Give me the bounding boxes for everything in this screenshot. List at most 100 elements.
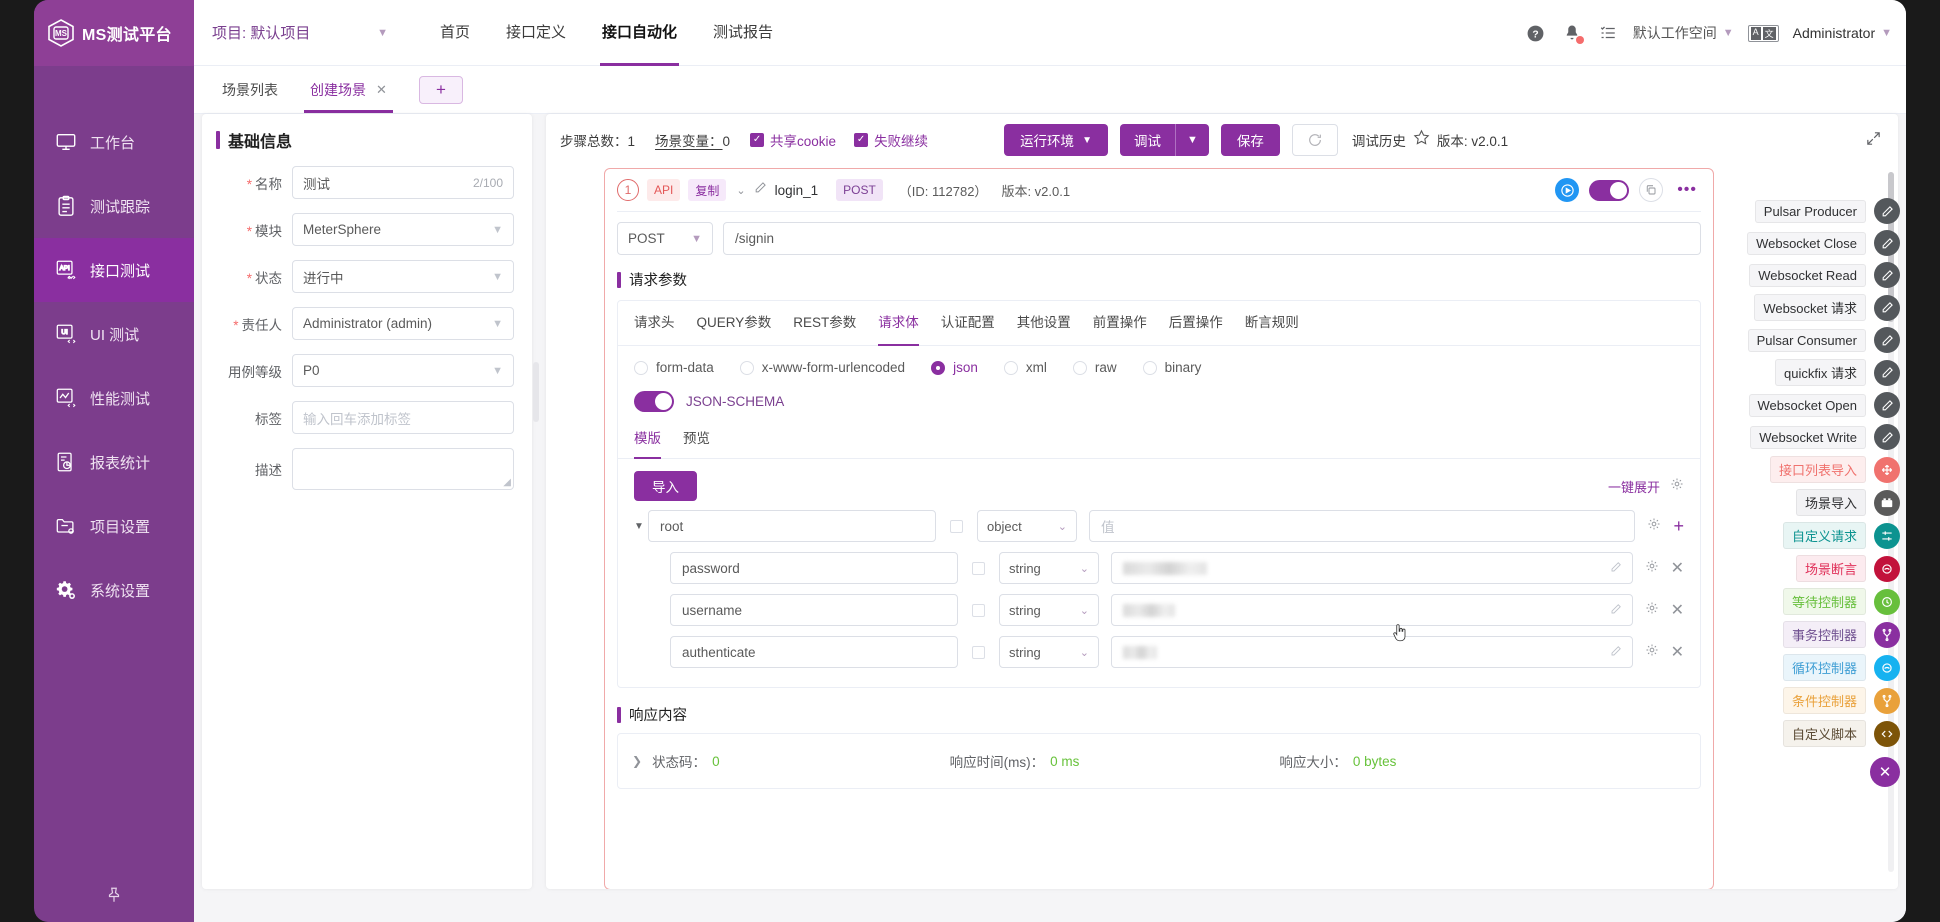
resize-grip-icon[interactable]: ◢ <box>503 477 511 488</box>
tab-request-headers[interactable]: 请求头 <box>634 301 675 345</box>
schema-type-select[interactable]: string ⌄ <box>999 636 1099 668</box>
tab-query-params[interactable]: QUERY参数 <box>697 301 772 345</box>
fab-wait-controller[interactable]: 等待控制器 <box>1782 588 1900 615</box>
schema-type-select[interactable]: string ⌄ <box>999 552 1099 584</box>
fab-websocket-read[interactable]: Websocket Read <box>1749 262 1900 288</box>
tab-request-body[interactable]: 请求体 <box>878 301 919 346</box>
help-circle-icon[interactable]: ? <box>1525 22 1547 44</box>
debug-dropdown-button[interactable]: ▼ <box>1175 124 1209 156</box>
sidebar-item-project-settings[interactable]: 项目设置 <box>34 494 194 558</box>
pencil-icon[interactable] <box>754 181 767 199</box>
fab-scene-assertion[interactable]: 场景断言 <box>1795 555 1900 582</box>
fab-quickfix-request[interactable]: quickfix 请求 <box>1775 359 1900 386</box>
topnav-item-api-definition[interactable]: 接口定义 <box>488 0 584 66</box>
radio-json[interactable]: json <box>931 360 978 375</box>
status-select[interactable]: 进行中 ▼ <box>292 260 514 293</box>
tab-rest-params[interactable]: REST参数 <box>793 301 856 345</box>
copy-badge[interactable]: 复制 <box>688 179 727 201</box>
schema-required-checkbox[interactable] <box>972 645 985 659</box>
gear-icon[interactable] <box>1645 559 1659 578</box>
copy-icon[interactable] <box>1639 178 1664 202</box>
schema-value-input[interactable] <box>1111 594 1633 626</box>
close-icon[interactable]: ✕ <box>1870 757 1900 787</box>
add-field-icon[interactable]: + <box>1673 516 1684 537</box>
remove-field-icon[interactable]: ✕ <box>1671 642 1684 662</box>
language-switcher[interactable]: A 文 <box>1747 24 1779 42</box>
import-button[interactable]: 导入 <box>634 471 697 501</box>
schema-value-input[interactable] <box>1111 636 1633 668</box>
schema-type-select[interactable]: object ⌄ <box>977 510 1077 542</box>
sidebar-item-ui-test[interactable]: UI UI 测试 <box>34 302 194 366</box>
sidebar-item-api-test[interactable]: API 接口测试 <box>34 238 194 302</box>
tab-assertion-rules[interactable]: 断言规则 <box>1245 301 1299 345</box>
topnav-item-home[interactable]: 首页 <box>422 0 488 66</box>
more-dots-icon[interactable]: ••• <box>1673 181 1701 199</box>
debug-history-link[interactable]: 调试历史 <box>1352 130 1406 150</box>
debug-button[interactable]: 调试 <box>1119 124 1175 156</box>
description-textarea[interactable]: ◢ <box>292 448 514 490</box>
add-tab-button[interactable]: + <box>418 75 463 104</box>
topnav-item-test-report[interactable]: 测试报告 <box>695 0 791 66</box>
fab-api-list-import[interactable]: 接口列表导入 <box>1769 456 1900 483</box>
refresh-icon[interactable] <box>1291 124 1338 156</box>
task-list-icon[interactable] <box>1597 22 1619 44</box>
request-path-input[interactable]: /signin <box>723 222 1701 255</box>
bell-icon[interactable] <box>1561 22 1584 44</box>
schema-required-checkbox[interactable] <box>972 603 985 617</box>
fail-continue-checkbox[interactable]: ✓ 失败继续 <box>854 130 928 150</box>
schema-type-select[interactable]: string ⌄ <box>999 594 1099 626</box>
panel-splitter[interactable] <box>533 362 539 422</box>
radio-binary[interactable]: binary <box>1142 360 1201 375</box>
run-environment-button[interactable]: 运行环境 ▼ <box>1004 124 1108 156</box>
tab-scene-list[interactable]: 场景列表 <box>208 67 292 113</box>
tags-input[interactable]: 输入回车添加标签 <box>292 401 514 434</box>
json-schema-toggle[interactable] <box>634 391 674 412</box>
fab-loop-controller[interactable]: 循环控制器 <box>1782 654 1900 681</box>
fab-transaction-controller[interactable]: 事务控制器 <box>1782 621 1900 648</box>
app-logo[interactable]: MS MS测试平台 <box>34 0 194 66</box>
radio-x-www-form-urlencoded[interactable]: x-www-form-urlencoded <box>739 360 905 375</box>
fab-websocket-write[interactable]: Websocket Write <box>1750 424 1900 450</box>
http-method-select[interactable]: POST ▼ <box>617 222 713 255</box>
tab-create-scene[interactable]: 创建场景 ✕ <box>296 67 401 113</box>
owner-select[interactable]: Administrator (admin) ▼ <box>292 307 514 340</box>
chevron-down-icon[interactable]: ▼ <box>634 521 648 532</box>
sidebar-item-report[interactable]: 报表统计 <box>34 430 194 494</box>
radio-xml[interactable]: xml <box>1003 360 1047 375</box>
case-level-select[interactable]: P0 ▼ <box>292 354 514 387</box>
user-menu[interactable]: Administrator ▼ <box>1793 25 1892 41</box>
star-icon[interactable] <box>1413 129 1430 151</box>
enable-step-toggle[interactable] <box>1589 179 1630 201</box>
sidebar-item-performance[interactable]: 性能测试 <box>34 366 194 430</box>
name-input[interactable]: 测试 2/100 <box>292 166 514 199</box>
close-icon[interactable]: ✕ <box>376 67 387 113</box>
topnav-item-api-automation[interactable]: 接口自动化 <box>584 0 695 66</box>
fab-custom-request[interactable]: 自定义请求 <box>1782 522 1900 549</box>
fab-pulsar-producer[interactable]: Pulsar Producer <box>1754 198 1900 224</box>
schema-key-input[interactable]: username <box>670 594 958 626</box>
gear-icon[interactable] <box>1645 643 1659 662</box>
schema-key-input[interactable]: password <box>670 552 958 584</box>
sidebar-item-workbench[interactable]: 工作台 <box>34 110 194 174</box>
expand-all-link[interactable]: 一键展开 <box>1608 477 1660 496</box>
expand-icon[interactable] <box>1865 130 1882 152</box>
sidebar-item-track[interactable]: 测试跟踪 <box>34 174 194 238</box>
chevron-down-icon[interactable]: ⌄ <box>736 184 745 197</box>
gear-icon[interactable] <box>1647 517 1661 536</box>
project-selector[interactable]: 项目: 默认项目 ▼ <box>194 0 404 66</box>
subtab-preview[interactable]: 预览 <box>683 420 710 458</box>
fab-condition-controller[interactable]: 条件控制器 <box>1782 687 1900 714</box>
gear-icon[interactable] <box>1670 477 1684 496</box>
subtab-template[interactable]: 模版 <box>634 420 661 459</box>
save-button[interactable]: 保存 <box>1220 124 1280 156</box>
fab-websocket-close[interactable]: Websocket Close <box>1747 230 1900 256</box>
module-select[interactable]: MeterSphere ▼ <box>292 213 514 246</box>
workspace-selector[interactable]: 默认工作空间 ▼ <box>1633 23 1734 43</box>
gear-icon[interactable] <box>1645 601 1659 620</box>
fab-custom-script[interactable]: 自定义脚本 <box>1782 720 1900 747</box>
tab-pre-operation[interactable]: 前置操作 <box>1093 301 1147 345</box>
sidebar-item-system-settings[interactable]: 系统设置 <box>34 558 194 622</box>
schema-value-input[interactable]: 值 <box>1089 510 1636 542</box>
fab-pulsar-consumer[interactable]: Pulsar Consumer <box>1747 327 1900 353</box>
remove-field-icon[interactable]: ✕ <box>1671 600 1684 620</box>
